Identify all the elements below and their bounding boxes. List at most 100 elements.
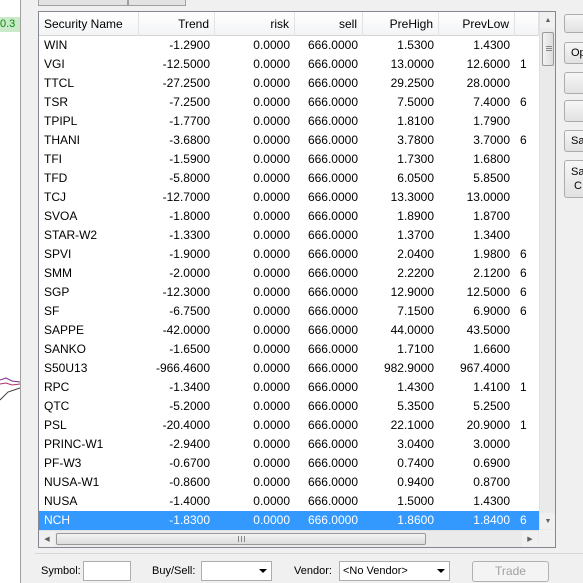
table-row[interactable]: SVOA -1.8000 0.0000 666.0000 1.8900 1.8700: [39, 207, 539, 226]
table-cell: -7.2500: [169, 95, 210, 109]
column-header-sell[interactable]: sell: [295, 12, 363, 36]
table-row[interactable]: TTCL -27.2500 0.0000 666.0000 29.2500 28.0000: [39, 74, 539, 93]
table-row[interactable]: NUSA -1.4000 0.0000 666.0000 1.5000 1.4300: [39, 492, 539, 511]
table-cell: 0.0000: [253, 152, 290, 166]
table-row[interactable]: NCH -1.8300 0.0000 666.0000 1.8600 1.8400 6: [39, 511, 539, 530]
horizontal-scrollbar[interactable]: ◀ ▶: [39, 530, 539, 547]
vertical-scrollbar[interactable]: ▲ ▼: [539, 12, 555, 530]
save-close-label-2: C: [574, 180, 582, 192]
arrow-down-icon[interactable]: ▼: [540, 513, 555, 529]
table-row[interactable]: NUSA-W1 -0.8600 0.0000 666.0000 0.9400 0.8700: [39, 473, 539, 492]
column-header-security-name[interactable]: Security Name: [39, 12, 139, 36]
symbol-input[interactable]: [83, 561, 131, 581]
table-row[interactable]: THANI -3.6800 0.0000 666.0000 3.7800 3.7000 6: [39, 131, 539, 150]
trade-button[interactable]: Trade: [472, 561, 549, 582]
table-row[interactable]: SMM -2.0000 0.0000 666.0000 2.2200 2.1200 6: [39, 264, 539, 283]
table-cell: SGP: [44, 285, 70, 299]
table-row[interactable]: VGI -12.5000 0.0000 666.0000 13.0000 12.6000 1: [39, 55, 539, 74]
table-row[interactable]: SANKO -1.6500 0.0000 666.0000 1.7100 1.6600: [39, 340, 539, 359]
table-cell: -5.8000: [169, 171, 210, 185]
open-button[interactable]: Op: [564, 42, 583, 64]
table-cell: TTCL: [44, 76, 74, 90]
buysell-select[interactable]: [201, 561, 272, 581]
save-close-label-1: Sa: [571, 166, 583, 178]
table-row[interactable]: S50U13 -966.4600 0.0000 666.0000 982.9000 967…: [39, 359, 539, 378]
table-cell: [515, 226, 539, 245]
vendor-select[interactable]: <No Vendor>: [339, 561, 450, 581]
table-cell: 1.4300: [473, 38, 510, 52]
table-row[interactable]: SAPPE -42.0000 0.0000 666.0000 44.0000 43.500…: [39, 321, 539, 340]
table-cell: 3.7000: [473, 133, 510, 147]
arrow-up-icon[interactable]: ▲: [540, 12, 555, 28]
arrow-right-icon[interactable]: ▶: [522, 531, 538, 547]
table-row[interactable]: WIN -1.2900 0.0000 666.0000 1.5300 1.4300: [39, 36, 539, 55]
table-cell: -2.9400: [169, 437, 210, 451]
table-cell: 0.0000: [253, 494, 290, 508]
table-cell: 1.8700: [473, 209, 510, 223]
table-cell: 666.0000: [307, 342, 358, 356]
table-cell: 6: [520, 266, 527, 280]
column-header-prevlow[interactable]: PrevLow: [439, 12, 515, 36]
table-row[interactable]: PSL -20.4000 0.0000 666.0000 22.1000 20.9000 1: [39, 416, 539, 435]
table-row[interactable]: PRINC-W1 -2.9400 0.0000 666.0000 3.0400 3.000…: [39, 435, 539, 454]
table-cell: 7.5000: [397, 95, 434, 109]
table-row[interactable]: STAR-W2 -1.3300 0.0000 666.0000 1.3700 1.3400: [39, 226, 539, 245]
table-cell: 12.5000: [466, 285, 510, 299]
table-cell: NCH: [44, 513, 70, 527]
table-cell: SANKO: [44, 342, 87, 356]
table-cell: 0.0000: [253, 114, 290, 128]
table-row[interactable]: TSR -7.2500 0.0000 666.0000 7.5000 7.4000 6: [39, 93, 539, 112]
table-cell: 43.5000: [466, 323, 510, 337]
column-header-trend[interactable]: Trend: [139, 12, 215, 36]
table-cell: 1.7100: [397, 342, 434, 356]
table-cell: -2.0000: [169, 266, 210, 280]
table-cell: 1: [520, 418, 527, 432]
arrow-left-icon[interactable]: ◀: [39, 531, 55, 547]
table-cell: 0.0000: [253, 513, 290, 527]
table-cell: 666.0000: [307, 133, 358, 147]
side-button-3[interactable]: [564, 72, 583, 94]
security-grid[interactable]: Security Name Trend risk sell PreHigh Pr…: [38, 11, 556, 548]
table-row[interactable]: PF-W3 -0.6700 0.0000 666.0000 0.7400 0.6900: [39, 454, 539, 473]
table-row[interactable]: RPC -1.3400 0.0000 666.0000 1.4300 1.4100 1: [39, 378, 539, 397]
table-row[interactable]: SPVI -1.9000 0.0000 666.0000 2.0400 1.9800 6: [39, 245, 539, 264]
table-cell: SF: [44, 304, 60, 318]
table-cell: -42.0000: [162, 323, 210, 337]
save-button[interactable]: Sa: [564, 130, 583, 152]
table-cell: NUSA-W1: [44, 475, 100, 489]
table-row[interactable]: TFI -1.5900 0.0000 666.0000 1.7300 1.6800: [39, 150, 539, 169]
column-header-risk[interactable]: risk: [215, 12, 295, 36]
vertical-scroll-thumb[interactable]: [542, 32, 554, 66]
background-price-value: 0.3: [0, 17, 20, 32]
table-row[interactable]: SF -6.7500 0.0000 666.0000 7.1500 6.9000 6: [39, 302, 539, 321]
table-cell: 0.0000: [253, 418, 290, 432]
table-cell: 666.0000: [307, 285, 358, 299]
table-cell: 666.0000: [307, 380, 358, 394]
table-cell: 666.0000: [307, 323, 358, 337]
table-cell: -12.5000: [162, 57, 210, 71]
column-header-extra[interactable]: [515, 12, 539, 36]
column-header-prehigh[interactable]: PreHigh: [363, 12, 439, 36]
table-cell: [515, 207, 539, 226]
table-row[interactable]: TPIPL -1.7700 0.0000 666.0000 1.8100 1.7900: [39, 112, 539, 131]
table-row[interactable]: TCJ -12.7000 0.0000 666.0000 13.3000 13.0000: [39, 188, 539, 207]
table-row[interactable]: SGP -12.3000 0.0000 666.0000 12.9000 12.5000 6: [39, 283, 539, 302]
save-close-button[interactable]: Sa C: [564, 160, 583, 198]
horizontal-scroll-thumb[interactable]: [56, 533, 426, 545]
table-row[interactable]: TFD -5.8000 0.0000 666.0000 6.0500 5.8500: [39, 169, 539, 188]
tab-stub[interactable]: [38, 0, 128, 6]
table-cell: [515, 188, 539, 207]
table-cell: -0.8600: [169, 475, 210, 489]
table-cell: 666.0000: [307, 437, 358, 451]
table-cell: 5.8500: [473, 171, 510, 185]
table-cell: 3.0400: [397, 437, 434, 451]
tab-stub[interactable]: [128, 0, 186, 6]
table-cell: 666.0000: [307, 114, 358, 128]
table-cell: TPIPL: [44, 114, 78, 128]
table-cell: 1.3700: [397, 228, 434, 242]
table-cell: 1: [520, 380, 527, 394]
side-button-4[interactable]: [564, 100, 583, 122]
table-row[interactable]: QTC -5.2000 0.0000 666.0000 5.3500 5.2500: [39, 397, 539, 416]
side-button-1[interactable]: [564, 14, 583, 33]
table-cell: SPVI: [44, 247, 72, 261]
